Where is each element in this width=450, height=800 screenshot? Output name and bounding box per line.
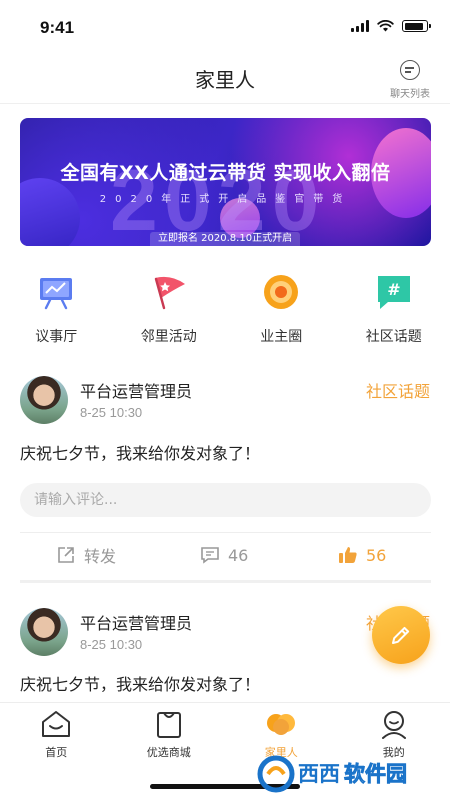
tab-label: 首页	[45, 746, 68, 759]
quick-nav-neighbor-activity[interactable]: 邻里活动	[113, 268, 226, 348]
edit-pencil-icon	[392, 626, 410, 644]
compose-button[interactable]	[372, 606, 430, 664]
section-divider	[20, 580, 431, 583]
presentation-board-icon	[36, 272, 76, 312]
quick-nav-label: 社区话题	[365, 329, 422, 345]
banner-decoration	[20, 178, 80, 246]
cellular-signal-icon	[351, 20, 369, 32]
like-count: 56	[366, 545, 387, 565]
share-label: 转发	[84, 547, 117, 566]
family-icon	[264, 709, 298, 739]
nav-header: 家里人 聊天列表	[0, 52, 450, 104]
banner-subtitle: 2020年正式开启品鉴官带货	[99, 194, 352, 205]
svg-text:软件园: 软件园	[344, 762, 407, 786]
shopping-bag-icon	[152, 709, 186, 739]
post-action-bar: 转发 46 56	[0, 535, 450, 575]
quick-nav-owner-circle[interactable]: 业主圈	[225, 268, 338, 348]
tab-home[interactable]: 首页	[0, 709, 113, 760]
post-topic-tag[interactable]: 社区话题	[366, 378, 430, 402]
svg-text:#: #	[387, 280, 400, 299]
chat-list-icon	[400, 60, 420, 80]
post-time: 8-25 10:30	[80, 637, 143, 652]
status-bar: 9:41	[0, 0, 450, 52]
svg-text:西西: 西西	[298, 762, 340, 786]
quick-nav-community-topics[interactable]: # 社区话题	[338, 268, 450, 348]
post-author[interactable]: 平台运营管理员	[80, 610, 192, 634]
thumbs-up-icon	[339, 547, 357, 563]
comment-button[interactable]: 46	[200, 535, 248, 575]
banner-title: 全国有XX人通过云带货 实现收入翻倍	[60, 162, 391, 184]
like-button[interactable]: 56	[338, 535, 386, 575]
svg-text:CR173.COM: CR173.COM	[366, 786, 414, 795]
banner-tag: 立即报名 2020.8.10正式开启	[150, 232, 301, 246]
comment-icon	[201, 547, 219, 564]
post-content: 庆祝七夕节，我来给你发对象了！	[20, 444, 261, 463]
post-content: 庆祝七夕节，我来给你发对象了！	[20, 675, 261, 694]
quick-nav-label: 议事厅	[35, 329, 78, 345]
watermark-logo: 西西 软件园 CR173.COM	[257, 755, 414, 795]
status-time: 9:41	[40, 18, 75, 37]
tab-mall[interactable]: 优选商城	[113, 709, 226, 760]
post-time: 8-25 10:30	[80, 405, 143, 420]
quick-nav-label: 业主圈	[260, 329, 303, 345]
hashtag-icon: #	[374, 272, 414, 312]
divider	[20, 532, 431, 533]
user-icon	[377, 709, 411, 739]
page-title: 家里人	[195, 68, 255, 92]
circle-target-icon	[261, 272, 301, 312]
tab-label: 优选商城	[146, 746, 191, 759]
battery-icon	[402, 20, 431, 32]
share-button[interactable]: 转发	[56, 535, 116, 575]
wifi-icon	[377, 20, 394, 32]
home-icon	[39, 709, 73, 739]
avatar[interactable]	[20, 376, 68, 424]
post-author[interactable]: 平台运营管理员	[80, 378, 192, 402]
comment-input[interactable]	[20, 483, 431, 517]
share-icon	[58, 547, 74, 563]
quick-nav: 议事厅 邻里活动 业主圈 # 社区话题	[0, 268, 450, 348]
comment-count: 46	[228, 545, 249, 565]
status-icons	[351, 20, 431, 32]
avatar[interactable]	[20, 608, 68, 656]
flag-icon	[149, 272, 189, 312]
quick-nav-meeting-hall[interactable]: 议事厅	[0, 268, 113, 348]
chat-list-button[interactable]: 聊天列表	[384, 60, 436, 100]
promo-banner[interactable]: 2020 全国有XX人通过云带货 实现收入翻倍 2020年正式开启品鉴官带货 立…	[20, 118, 431, 246]
quick-nav-label: 邻里活动	[140, 329, 197, 345]
chat-list-label: 聊天列表	[390, 89, 430, 100]
